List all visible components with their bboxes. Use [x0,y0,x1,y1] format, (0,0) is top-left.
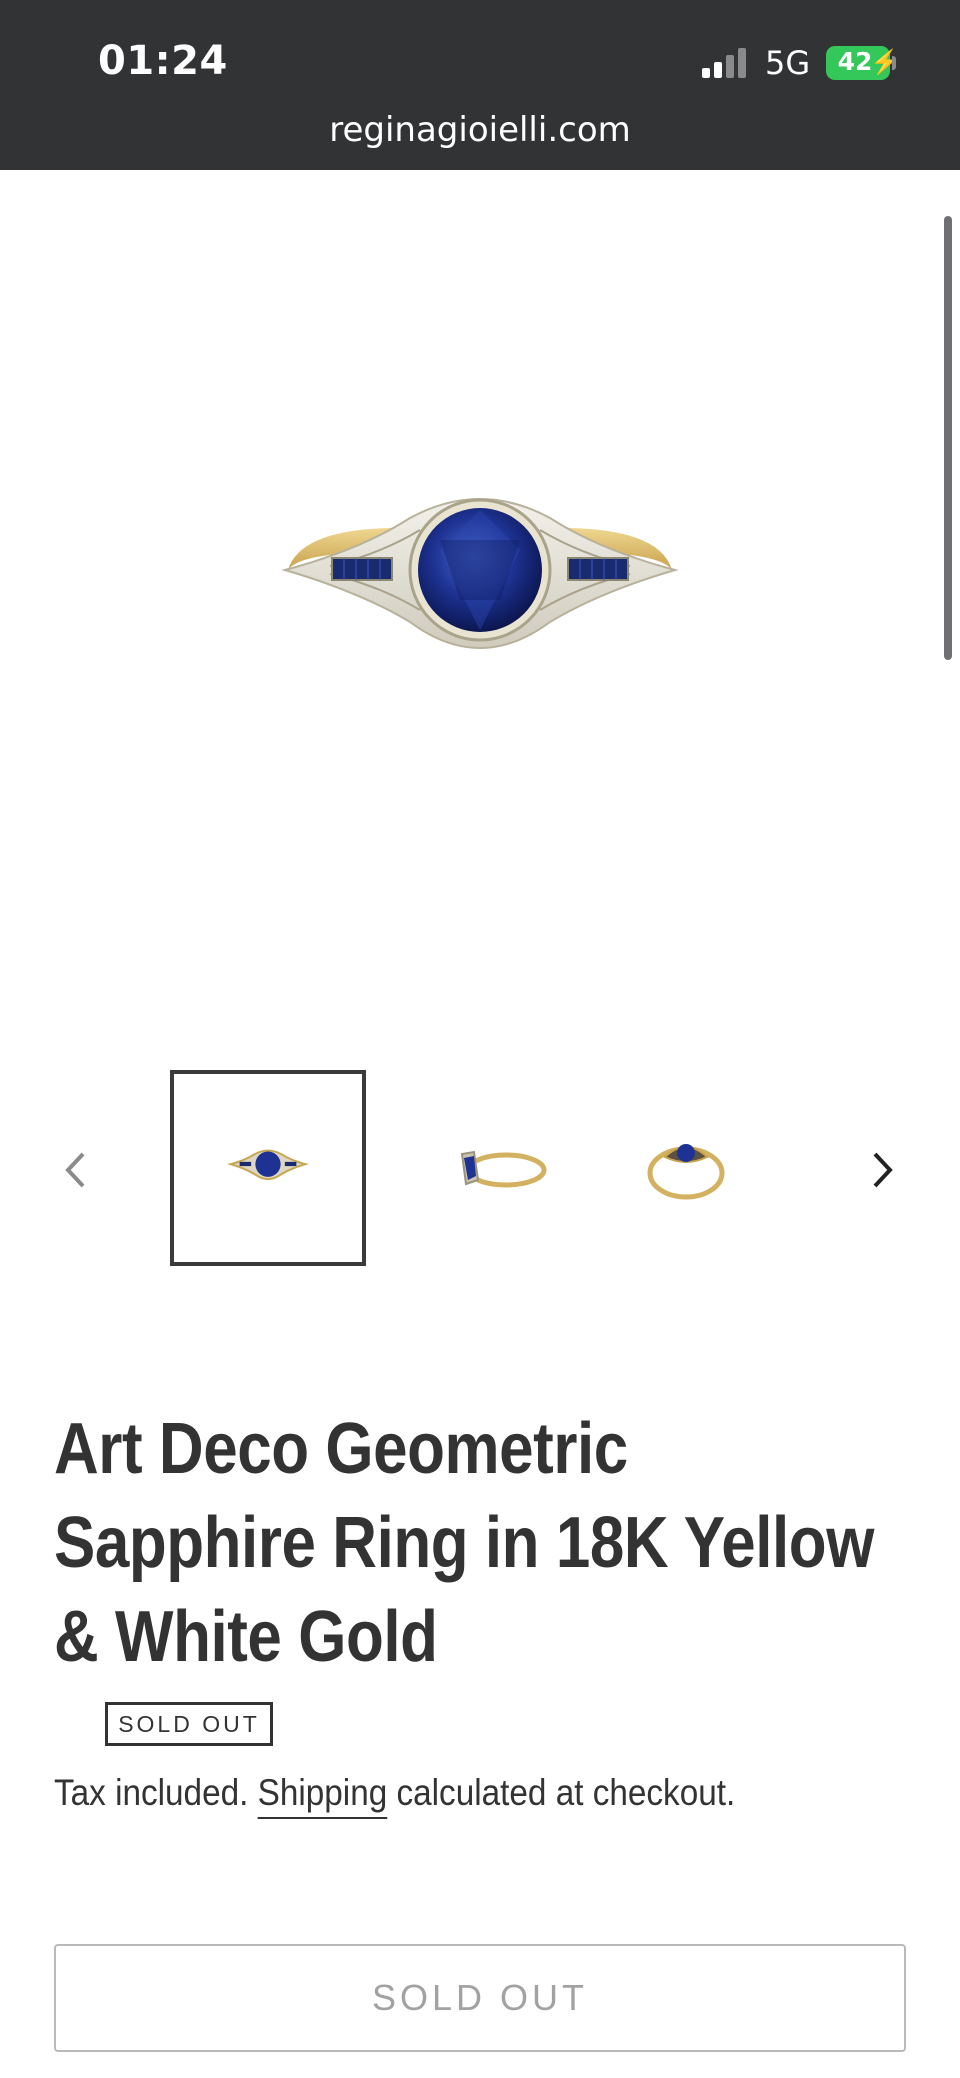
shipping-link[interactable]: Shipping [258,1772,388,1813]
product-title-line-1: Art Deco Geometric [54,1409,628,1489]
product-title: Art Deco Geometric Sapphire Ring in 18K … [54,1402,914,1684]
tax-note: Tax included. Shipping calculated at che… [54,1772,735,1814]
chevron-left-icon[interactable] [50,1142,100,1198]
thumbnail-front[interactable] [170,1070,366,1266]
product-title-line-3: & White Gold [54,1597,438,1677]
thumbnail-side[interactable] [400,1070,596,1266]
battery-charging-icon: 42 ⚡ [826,46,900,80]
status-time: 01:24 [98,38,228,84]
tax-suffix: calculated at checkout. [396,1772,736,1813]
cellular-signal-icon [702,48,750,78]
tax-prefix: Tax included. [54,1772,249,1813]
product-title-line-2: Sapphire Ring in 18K Yellow [54,1503,874,1583]
chevron-right-icon[interactable] [858,1142,908,1198]
network-type: 5G [765,44,811,82]
sold-out-button[interactable]: SOLD OUT [54,1944,906,2052]
page-scrollbar[interactable] [944,216,952,660]
browser-top-bar: 01:24 5G 42 ⚡ reginagioielli.com [0,0,960,170]
sapphire-ring-front-image[interactable] [270,470,690,710]
battery-cap [892,56,896,70]
sold-out-badge: SOLD OUT [105,1702,273,1746]
url-bar[interactable]: reginagioielli.com [0,110,960,150]
thumbnail-top[interactable] [588,1070,784,1266]
